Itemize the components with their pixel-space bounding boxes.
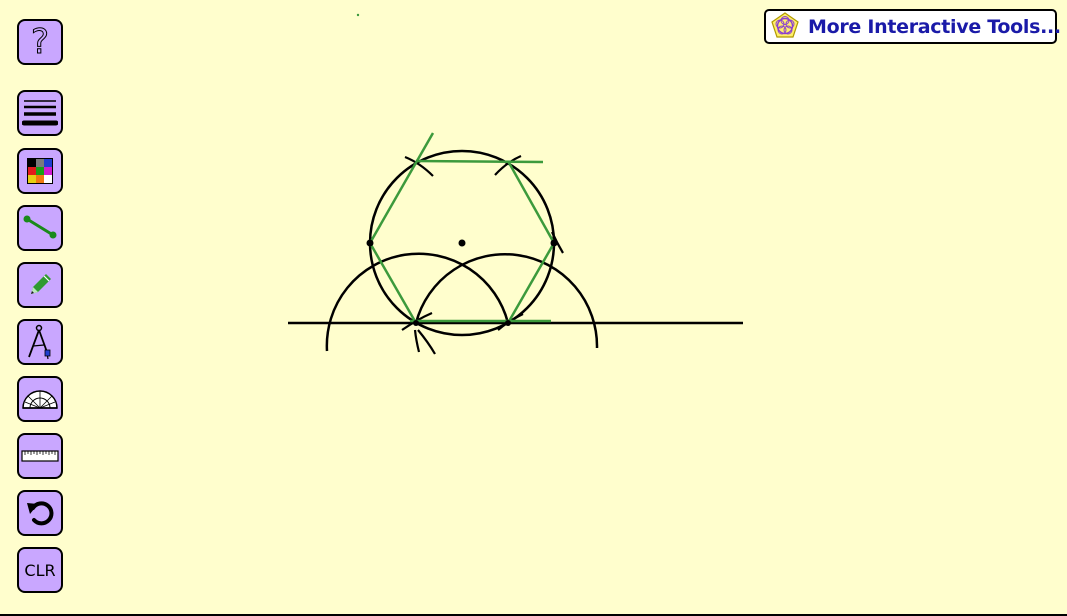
clear-button[interactable]: CLR xyxy=(17,547,63,593)
protractor-tool-button[interactable] xyxy=(17,376,63,422)
protractor-icon xyxy=(22,390,58,409)
pencil-icon xyxy=(31,274,51,294)
hexagon-side-upper-right xyxy=(506,160,556,244)
line-weights-icon xyxy=(22,100,58,126)
color-grid-icon xyxy=(27,158,53,184)
line-segment-tool-button[interactable] xyxy=(17,205,63,251)
point-center xyxy=(458,239,466,247)
point-bottom-right xyxy=(505,320,511,326)
tick-mark-bottom-left-c xyxy=(413,329,421,353)
ruler-tool-button[interactable] xyxy=(17,433,63,479)
line-width-button[interactable] xyxy=(17,90,63,136)
pentagon-flower-logo-icon xyxy=(770,11,800,43)
point-left xyxy=(366,239,374,247)
undo-icon xyxy=(27,501,54,526)
compass-icon xyxy=(28,324,51,360)
question-mark-icon: ? xyxy=(30,22,50,62)
pencil-tool-button[interactable] xyxy=(17,262,63,308)
hexagon-side-upper-left xyxy=(368,132,435,244)
ruler-icon xyxy=(21,450,59,462)
drawing-app: ? CLR More Interactive Tools... xyxy=(0,0,1067,616)
drawing-canvas[interactable] xyxy=(0,0,1067,614)
point-right xyxy=(550,239,558,247)
left-arc xyxy=(325,252,510,352)
undo-button[interactable] xyxy=(17,490,63,536)
clear-label: CLR xyxy=(24,560,56,580)
more-interactive-tools-label: More Interactive Tools... xyxy=(808,15,1061,38)
segment-icon xyxy=(23,215,57,239)
help-button[interactable]: ? xyxy=(17,19,63,65)
tick-mark-bottom-left-b xyxy=(417,329,436,355)
hexagon-side-top xyxy=(415,159,544,164)
point-bottom-left xyxy=(413,320,419,326)
compass-tool-button[interactable] xyxy=(17,319,63,365)
color-palette-button[interactable] xyxy=(17,148,63,194)
stray-dot xyxy=(356,13,360,17)
more-interactive-tools-link[interactable]: More Interactive Tools... xyxy=(764,9,1061,44)
